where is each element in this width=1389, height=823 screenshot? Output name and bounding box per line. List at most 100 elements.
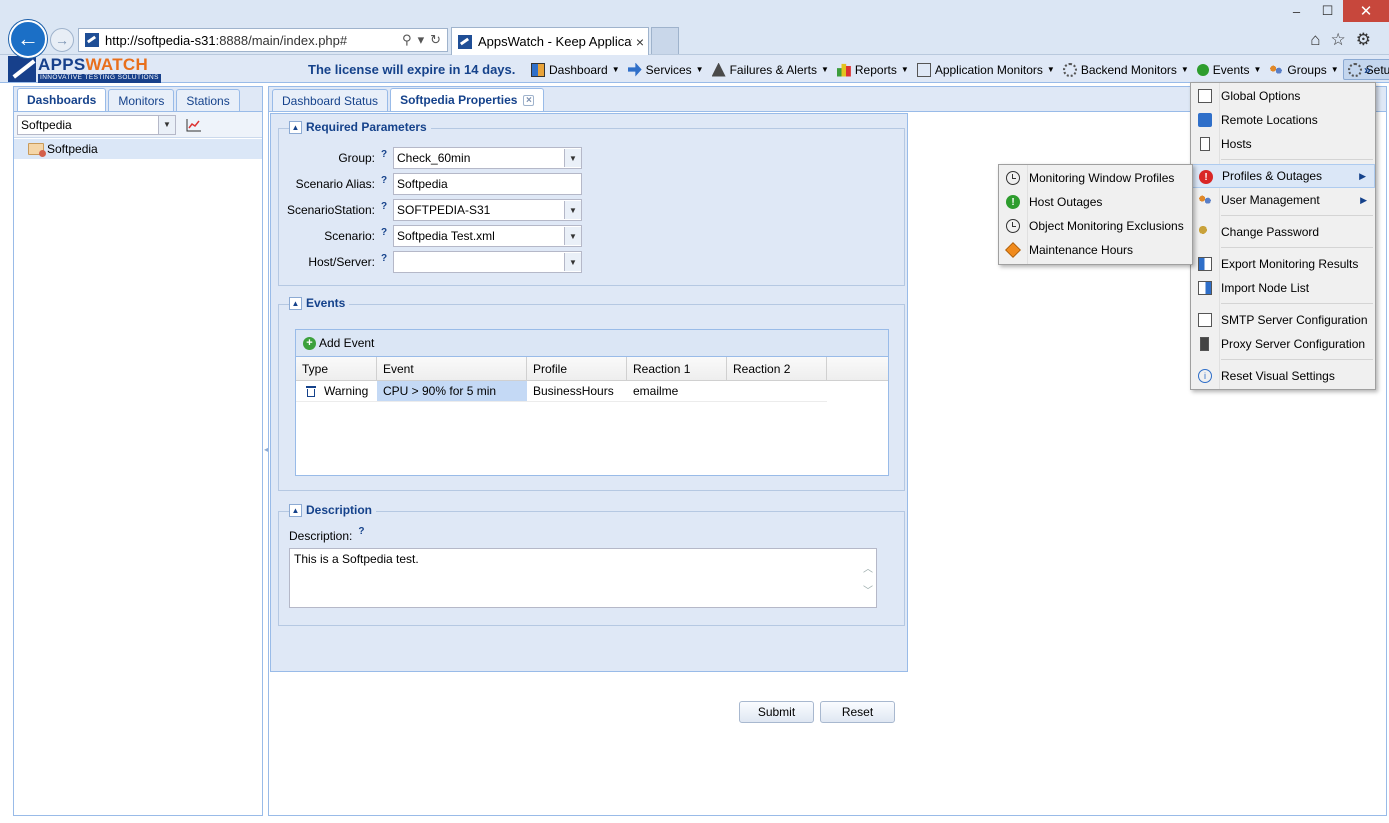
scenario-station-select[interactable]: SOFTPEDIA-S31 ▼ [393,199,582,221]
chevron-down-icon[interactable]: ▾ [418,32,425,48]
menu-item-proxy-config[interactable]: Proxy Server Configuration [1191,332,1375,356]
menu-item-host-outages[interactable]: ! Host Outages [999,190,1192,214]
host-server-row: Host/Server: ? ▼ [279,251,582,273]
menu-reports[interactable]: Reports ▼ [833,59,913,80]
chevron-down-icon[interactable]: ▼ [564,227,581,245]
logo-apps: APPS [38,55,86,74]
menu-item-hosts[interactable]: Hosts [1191,132,1375,156]
tab-stations[interactable]: Stations [176,89,240,111]
new-tab-button[interactable] [651,27,679,54]
app-header: APPSWATCH INNOVATIVE TESTING SOLUTIONS T… [0,55,1389,83]
menu-item-reset-visual-settings[interactable]: i Reset Visual Settings [1191,364,1375,388]
cell-reaction-1[interactable]: emailme [627,381,727,401]
add-event-button[interactable]: + Add Event [303,333,374,354]
column-event[interactable]: Event [377,357,527,380]
tree-item-softpedia[interactable]: Softpedia [14,139,262,159]
menu-dashboard[interactable]: Dashboard ▼ [527,59,624,80]
textarea-scroll-icon[interactable]: ︿ ﹀ [863,559,873,603]
menu-item-maintenance-hours[interactable]: Maintenance Hours [999,238,1192,262]
left-tabstrip: Dashboards Monitors Stations [14,87,262,112]
menu-item-profiles-outages[interactable]: ! Profiles & Outages ▶ [1191,164,1375,188]
help-icon[interactable]: ? [358,526,364,540]
help-icon[interactable]: ? [375,253,393,264]
trash-icon[interactable] [306,385,316,397]
help-icon[interactable]: ? [375,201,393,212]
url-text[interactable]: http://softpedia-s31:8888/main/index.php… [105,33,402,48]
chevron-down-icon[interactable]: ▼ [564,253,581,271]
collapse-icon[interactable]: ▲ [289,296,302,310]
help-icon[interactable]: ? [375,175,393,186]
minimize-icon[interactable]: ‒ [1281,0,1312,22]
scenario-value: Softpedia Test.xml [397,229,495,243]
help-icon[interactable]: ? [375,227,393,238]
table-row[interactable]: Warning CPU > 90% for 5 min BusinessHour… [296,381,827,402]
chart-icon[interactable] [186,118,202,132]
refresh-icon[interactable]: ↻ [430,32,441,48]
menu-item-label: Proxy Server Configuration [1221,337,1366,351]
menu-item-smtp-config[interactable]: SMTP Server Configuration [1191,308,1375,332]
description-textarea[interactable]: This is a Softpedia test. ︿ ﹀ [289,548,877,608]
menu-backend-monitors[interactable]: Backend Monitors ▼ [1059,59,1193,80]
maximize-icon[interactable]: ☐ [1312,0,1343,22]
forward-button[interactable]: → [50,28,74,52]
menu-item-object-monitoring-exclusions[interactable]: Object Monitoring Exclusions [999,214,1192,238]
tab-monitors[interactable]: Monitors [108,89,175,111]
column-type[interactable]: Type [296,357,377,380]
close-tab-icon[interactable]: × [523,94,535,106]
chevron-down-icon[interactable]: ▼ [564,201,581,219]
menu-events[interactable]: Events ▼ [1193,59,1266,80]
submenu-arrow-icon: ▶ [1360,194,1367,205]
menu-failures-alerts[interactable]: Failures & Alerts ▼ [708,59,833,80]
scenario-select[interactable]: Softpedia Test.xml ▼ [393,225,582,247]
menu-item-monitoring-window-profiles[interactable]: Monitoring Window Profiles [999,166,1192,190]
help-icon[interactable]: ? [375,149,393,160]
profiles-outages-icon: ! [1199,170,1213,184]
back-button[interactable]: ← [9,20,47,58]
chevron-down-icon[interactable]: ▼ [564,149,581,167]
menu-services[interactable]: Services ▼ [624,59,708,80]
menu-item-user-management[interactable]: User Management ▶ [1191,188,1375,212]
column-profile[interactable]: Profile [527,357,627,380]
menu-application-monitors[interactable]: Application Monitors ▼ [913,59,1059,80]
menu-overflow-button[interactable]: » [1364,63,1371,77]
menu-item-import-node-list[interactable]: Import Node List [1191,276,1375,300]
browser-tab[interactable]: AppsWatch - Keep Applicat... × [451,27,649,55]
search-icon[interactable]: ⚲ [402,32,412,48]
collapse-icon[interactable]: ▲ [289,120,302,134]
column-reaction-1[interactable]: Reaction 1 [627,357,727,380]
host-server-select[interactable]: ▼ [393,251,582,273]
tab-dashboard-status[interactable]: Dashboard Status [272,89,389,111]
required-parameters-fieldset: ▲ Required Parameters Group: ? Check_60m… [278,120,905,286]
chevron-down-icon[interactable]: ▼ [158,115,175,134]
submit-button[interactable]: Submit [739,701,814,723]
window-controls: ‒ ☐ ✕ [1281,0,1389,22]
cell-reaction-2[interactable] [727,381,827,401]
scenario-alias-input[interactable]: Softpedia [393,173,582,195]
tools-gear-icon[interactable]: ⚙ [1356,30,1371,50]
collapse-icon[interactable]: ▲ [289,503,302,517]
cell-event[interactable]: CPU > 90% for 5 min [377,381,527,401]
menu-item-change-password[interactable]: Change Password [1191,220,1375,244]
events-title: Events [306,296,346,310]
description-value: This is a Softpedia test. [294,552,419,566]
cell-profile[interactable]: BusinessHours [527,381,627,401]
tab-title: AppsWatch - Keep Applicat... [478,34,632,49]
menu-groups[interactable]: Groups ▼ [1265,59,1342,80]
column-reaction-2[interactable]: Reaction 2 [727,357,827,380]
close-window-icon[interactable]: ✕ [1343,0,1389,22]
menu-item-export-results[interactable]: Export Monitoring Results [1191,252,1375,276]
favorites-star-icon[interactable]: ☆ [1331,30,1346,50]
tab-softpedia-properties[interactable]: Softpedia Properties × [390,88,545,111]
home-icon[interactable]: ⌂ [1310,30,1320,50]
menu-item-remote-locations[interactable]: Remote Locations [1191,108,1375,132]
group-select[interactable]: Check_60min ▼ [393,147,582,169]
info-icon: i [1198,369,1212,383]
tab-dashboards[interactable]: Dashboards [17,88,107,111]
address-bar[interactable]: http://softpedia-s31:8888/main/index.php… [78,28,448,52]
proxy-icon [1200,337,1209,351]
services-icon [627,62,642,77]
dashboard-select[interactable]: Softpedia ▼ [17,114,176,135]
close-tab-icon[interactable]: × [632,34,648,50]
reset-button[interactable]: Reset [820,701,895,723]
menu-item-global-options[interactable]: Global Options [1191,84,1375,108]
